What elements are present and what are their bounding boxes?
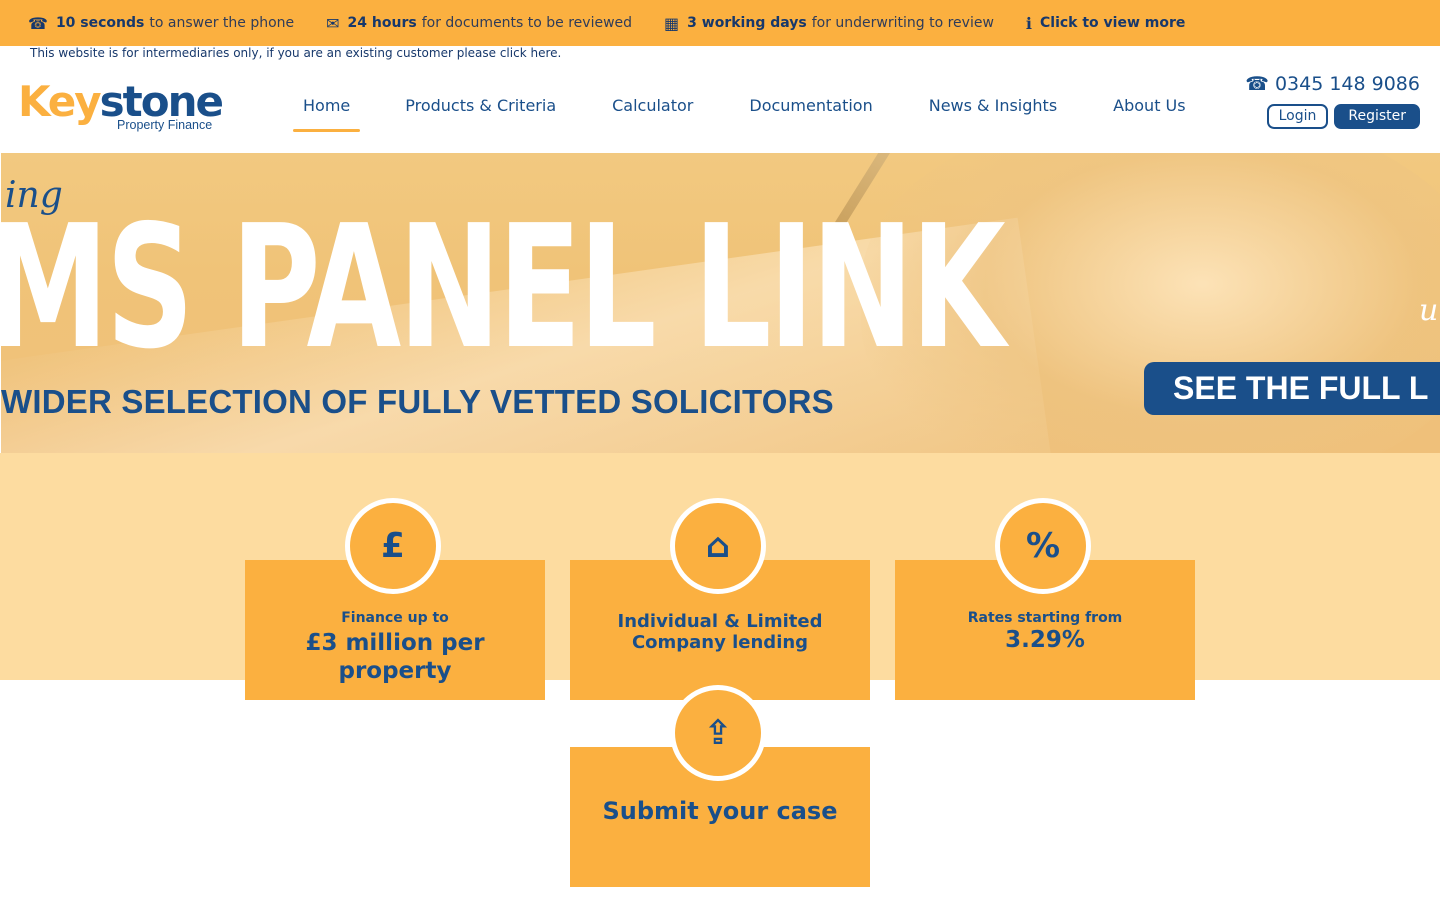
promo-documents-time: ✉ 24 hours for documents to be reviewed [326, 14, 632, 33]
pound-icon: £ [345, 498, 441, 594]
nav-news-insights[interactable]: News & Insights [929, 96, 1057, 120]
submit-case-card[interactable]: ⇪ Submit your case [570, 685, 870, 887]
upload-icon: ⇪ [670, 685, 766, 781]
auth-buttons: Login Register [1266, 104, 1420, 129]
hero-cta-button[interactable]: SEE THE FULL L [1144, 362, 1440, 415]
keystone-logo[interactable]: Keystone Property Finance [18, 80, 224, 135]
view-more-label: Click to view more [1040, 15, 1186, 31]
submit-case-label: Submit your case [602, 797, 838, 825]
promo-underwriting-time: ▦ 3 working days for underwriting to rev… [664, 14, 994, 33]
feature-card-lending[interactable]: ⌂ Individual & Limited Company lending [570, 498, 870, 700]
hero-subline: WIDER SELECTION OF FULLY VETTED SOLICITO… [1, 383, 834, 420]
main-nav: Home Products & Criteria Calculator Docu… [274, 96, 1186, 132]
nav-about-us[interactable]: About Us [1113, 96, 1185, 120]
calendar-icon: ▦ [664, 13, 680, 33]
feature-value: Individual & Limited Company lending [617, 611, 823, 653]
feature-caption: Rates starting from [967, 610, 1123, 626]
view-more-link[interactable]: ℹ Click to view more [1026, 14, 1185, 33]
promo-bold: 3 working days [687, 15, 807, 31]
intermediaries-notice-link[interactable]: This website is for intermediaries only,… [30, 46, 561, 60]
nav-calculator[interactable]: Calculator [612, 96, 693, 120]
promo-text: for documents to be reviewed [421, 15, 633, 31]
promo-text: to answer the phone [149, 15, 295, 31]
document-icon: ✉ [326, 13, 340, 33]
phone-icon: ☎ [28, 13, 48, 33]
hero-script-text-right: u [1419, 293, 1439, 328]
register-button[interactable]: Register [1334, 104, 1420, 129]
percent-icon: % [995, 498, 1091, 594]
phone-number: 0345 148 9086 [1274, 73, 1420, 95]
promo-phone-time: ☎ 10 seconds to answer the phone [28, 14, 294, 33]
login-button[interactable]: Login [1266, 104, 1329, 129]
hero-headline: MS PANEL LINK [1, 189, 1006, 387]
logo-subtitle: Property Finance [117, 118, 213, 132]
building-icon: ⌂ [670, 498, 766, 594]
hero-banner[interactable]: ing u MS PANEL LINK WIDER SELECTION OF F… [1, 153, 1440, 453]
feature-value: £3 million per property [305, 630, 485, 684]
feature-caption: Finance up to [341, 610, 449, 626]
nav-home[interactable]: Home [292, 96, 361, 132]
feature-value: 3.29% [1005, 627, 1085, 653]
feature-card-finance[interactable]: £ Finance up to £3 million per property [245, 498, 545, 700]
nav-products-criteria[interactable]: Products & Criteria [405, 96, 556, 120]
promo-text: for underwriting to review [811, 15, 994, 31]
phone-icon: ☎ [1245, 73, 1269, 95]
header-phone-link[interactable]: ☎ 0345 148 9086 [1245, 73, 1420, 95]
promo-bold: 24 hours [347, 15, 417, 31]
promo-bold: 10 seconds [55, 15, 145, 31]
nav-documentation[interactable]: Documentation [749, 96, 872, 120]
info-icon: ℹ [1025, 13, 1032, 33]
promo-bar: ☎ 10 seconds to answer the phone ✉ 24 ho… [0, 0, 1440, 46]
feature-card-rates[interactable]: % Rates starting from 3.29% [895, 498, 1195, 700]
